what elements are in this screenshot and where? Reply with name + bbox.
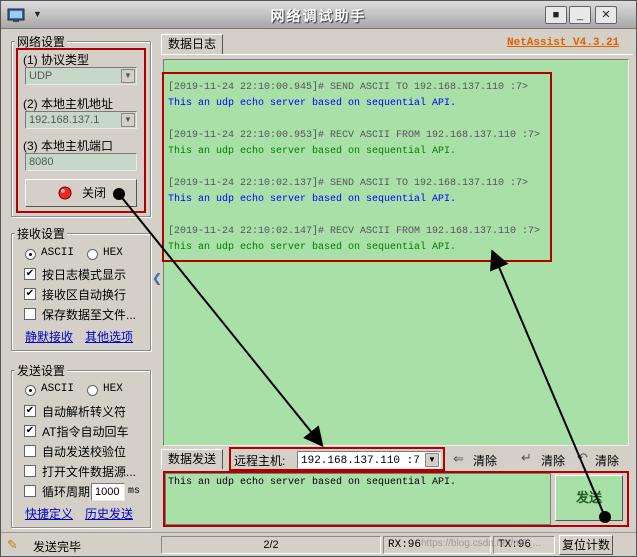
- undo-icon: ↶: [577, 450, 588, 465]
- host-value: 192.168.137.1: [29, 114, 100, 126]
- log-mode-checkbox[interactable]: ✔: [24, 268, 36, 280]
- close-connection-label: 关闭: [82, 186, 107, 200]
- clear-send-button[interactable]: ↵ 清除: [519, 450, 571, 469]
- status-icon: ✎: [7, 537, 18, 552]
- chevron-down-icon[interactable]: ▼: [121, 113, 135, 127]
- receive-ascii-radio[interactable]: [25, 249, 36, 260]
- protocol-value: UDP: [29, 70, 53, 82]
- watermark: https://blog.csdn.net/m0_...: [421, 538, 542, 549]
- receive-hex-radio[interactable]: [87, 249, 98, 260]
- log-entry-header: [2019-11-24 22:10:00.953]# RECV ASCII FR…: [168, 130, 541, 141]
- title-bar[interactable]: ▼ 网络调试助手 ■ _ ✕: [1, 1, 636, 29]
- page-count: 2/2: [263, 539, 279, 551]
- period-input[interactable]: 1000: [91, 483, 125, 501]
- clear-remote-button[interactable]: ⇐ 清除: [451, 451, 501, 469]
- chevron-down-icon[interactable]: ▼: [121, 69, 135, 83]
- clear-count-label: 清除: [595, 454, 620, 468]
- receive-settings-title: 接收设置: [15, 225, 68, 242]
- connection-status-icon: [58, 186, 72, 200]
- auto-wrap-checkbox[interactable]: ✔: [24, 288, 36, 300]
- auto-wrap-label: 接收区自动换行: [42, 288, 127, 302]
- clear-remote-label: 清除: [473, 454, 498, 468]
- chevron-down-icon[interactable]: ▼: [425, 453, 439, 467]
- host-label: (2) 本地主机地址: [23, 97, 114, 111]
- status-bar: ✎ 发送完毕 2/2 RX:96 TX:96 复位计数 https://blog…: [1, 532, 636, 556]
- send-history-link[interactable]: 历史发送: [85, 505, 133, 522]
- log-entry-header: [2019-11-24 22:10:02.137]# SEND ASCII TO…: [168, 178, 529, 189]
- log-entry-header: [2019-11-24 22:10:00.945]# SEND ASCII TO…: [168, 82, 529, 93]
- log-mode-label: 按日志模式显示: [42, 268, 127, 282]
- cycle-period-checkbox[interactable]: [24, 485, 36, 497]
- send-ascii-label: ASCII: [41, 383, 75, 395]
- save-to-file-label: 保存数据至文件...: [42, 308, 137, 322]
- send-hex-label: HEX: [103, 383, 123, 395]
- app-window: ▼ 网络调试助手 ■ _ ✕ 网络设置 (1) 协议类型 UDP ▼ (2) 本…: [0, 0, 637, 557]
- silent-receive-link[interactable]: 静默接收: [25, 328, 73, 345]
- escape-parse-checkbox[interactable]: ✔: [24, 405, 36, 417]
- reset-count-button[interactable]: 复位计数: [559, 535, 613, 555]
- close-connection-button[interactable]: 关闭: [25, 179, 137, 207]
- quick-define-link[interactable]: 快捷定义: [25, 505, 73, 522]
- send-button[interactable]: 发送: [555, 475, 623, 521]
- protocol-select[interactable]: UDP ▼: [25, 67, 137, 85]
- port-label: (3) 本地主机端口: [23, 139, 114, 153]
- log-entry-header: [2019-11-24 22:10:02.147]# RECV ASCII FR…: [168, 226, 541, 237]
- send-settings-title: 发送设置: [15, 362, 68, 379]
- send-hex-radio[interactable]: [87, 385, 98, 396]
- cycle-period-label: 循环周期: [42, 485, 91, 499]
- auto-checksum-label: 自动发送校验位: [42, 445, 127, 459]
- receive-ascii-label: ASCII: [41, 247, 75, 259]
- period-unit: ms: [128, 486, 141, 497]
- at-auto-cr-label: AT指令自动回车: [42, 425, 129, 439]
- status-pages: 2/2: [161, 536, 381, 554]
- tab-data-log[interactable]: 数据日志: [161, 34, 223, 54]
- port-input[interactable]: 8080: [25, 153, 137, 171]
- log-entry-body: This an udp echo server based on sequent…: [168, 242, 457, 253]
- save-to-file-checkbox[interactable]: [24, 308, 36, 320]
- tab-data-send[interactable]: 数据发送: [161, 449, 223, 469]
- file-source-checkbox[interactable]: [24, 465, 36, 477]
- pin-icon[interactable]: ■: [545, 6, 567, 24]
- log-entry-body: This an udp echo server based on sequent…: [168, 194, 457, 205]
- status-message: 发送完毕: [33, 540, 82, 554]
- tab-divider: [161, 54, 633, 55]
- remote-host-value: 192.168.137.110 :7: [301, 455, 420, 467]
- arrow-left-icon: ⇐: [453, 451, 464, 466]
- at-auto-cr-checkbox[interactable]: ✔: [24, 425, 36, 437]
- window-title: 网络调试助手: [270, 8, 367, 24]
- remote-host-select[interactable]: 192.168.137.110 :7 ▼: [297, 451, 441, 469]
- send-ascii-radio[interactable]: [25, 385, 36, 396]
- collapse-panel-icon[interactable]: ❮: [152, 271, 162, 291]
- clear-send-label: 清除: [541, 454, 566, 468]
- auto-checksum-checkbox[interactable]: [24, 445, 36, 457]
- host-select[interactable]: 192.168.137.1 ▼: [25, 111, 137, 129]
- escape-parse-label: 自动解析转义符: [42, 405, 127, 419]
- clear-icon: ↵: [521, 450, 532, 465]
- minimize-button[interactable]: _: [569, 6, 591, 24]
- send-text: This an udp echo server based on sequent…: [168, 477, 457, 488]
- log-display[interactable]: [2019-11-24 22:10:00.945]# SEND ASCII TO…: [162, 59, 629, 446]
- protocol-label: (1) 协议类型: [23, 53, 90, 67]
- send-text-area[interactable]: This an udp echo server based on sequent…: [165, 473, 551, 525]
- file-source-label: 打开文件数据源...: [42, 465, 137, 479]
- receive-hex-label: HEX: [103, 247, 123, 259]
- version-link[interactable]: NetAssist V4.3.21: [507, 37, 619, 49]
- remote-host-label: 远程主机:: [234, 454, 286, 468]
- log-entry-body: This an udp echo server based on sequent…: [168, 146, 457, 157]
- other-options-link[interactable]: 其他选项: [85, 328, 133, 345]
- log-entry-body: This an udp echo server based on sequent…: [168, 98, 457, 109]
- clear-count-button[interactable]: ↶ 清除: [577, 450, 629, 469]
- close-window-button[interactable]: ✕: [595, 6, 617, 24]
